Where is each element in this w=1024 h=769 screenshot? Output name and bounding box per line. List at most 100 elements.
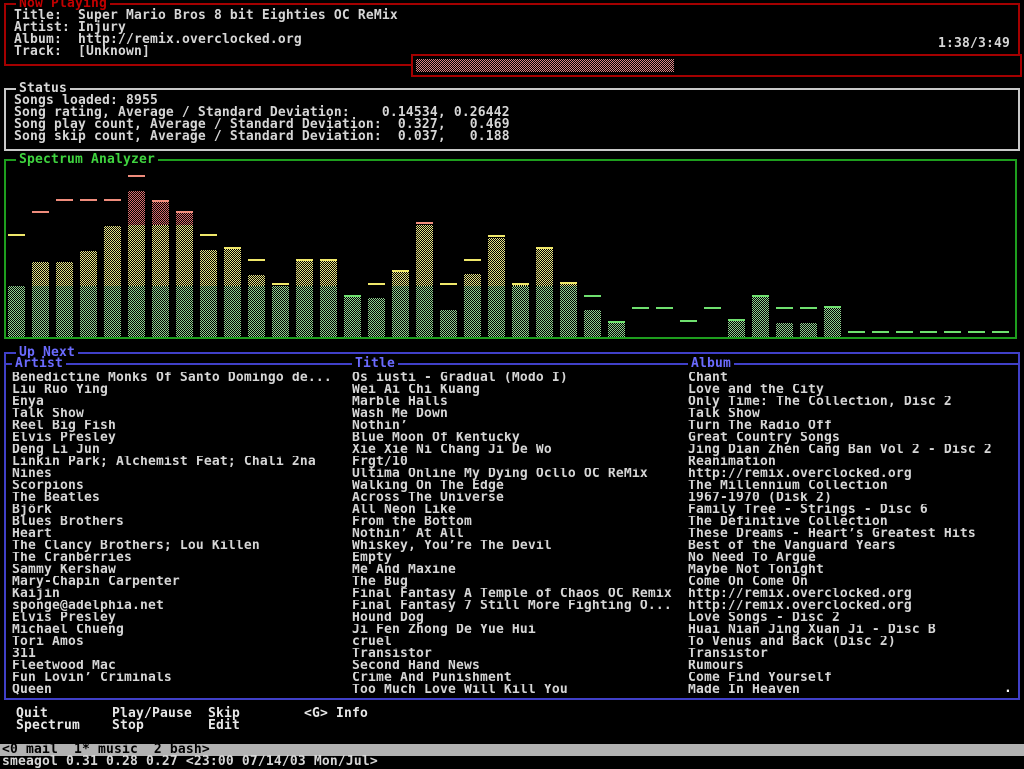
playlist-cell-title[interactable]: cruel: [352, 636, 686, 648]
playlist-cell-artist[interactable]: Linkin Park; Alchemist Feat; Chali 2na: [12, 456, 346, 468]
playlist-cell-title[interactable]: All Neon Like: [352, 504, 686, 516]
playlist-cell-artist[interactable]: Heart: [12, 528, 346, 540]
playlist-cell-album[interactable]: Chant: [688, 372, 1014, 384]
playlist-cell-artist[interactable]: The Clancy Brothers; Lou Killen: [12, 540, 346, 552]
playlist-cell-title[interactable]: Ji Fen Zhong De Yue Hui: [352, 624, 686, 636]
playlist-cell-album[interactable]: Huai Nian Jing Xuan Ji - Disc B: [688, 624, 1014, 636]
playlist-cell-album[interactable]: 1967-1970 (Disk 2): [688, 492, 1014, 504]
playlist-cell-artist[interactable]: Fleetwood Mac: [12, 660, 346, 672]
playlist-cell-artist[interactable]: Sammy Kershaw: [12, 564, 346, 576]
playlist-cell-artist[interactable]: Fun Lovin’ Criminals: [12, 672, 346, 684]
playlist-cell-title[interactable]: Wash Me Down: [352, 408, 686, 420]
playlist-cell-album[interactable]: Come On Come On: [688, 576, 1014, 588]
playlist-cell-artist[interactable]: 311: [12, 648, 346, 660]
spectrum-bar-segment-yellow: [80, 251, 97, 286]
playlist-cell-album[interactable]: http://remix.overclocked.org: [688, 468, 1014, 480]
playlist-cell-title[interactable]: Marble Halls: [352, 396, 686, 408]
playlist-cell-artist[interactable]: Elvis Presley: [12, 612, 346, 624]
playlist-cell-title[interactable]: Transistor: [352, 648, 686, 660]
playlist-cell-title[interactable]: Os iusti - Gradual (Modo I): [352, 372, 686, 384]
spectrum-peak-marker: [728, 319, 745, 321]
playlist-cell-artist[interactable]: Björk: [12, 504, 346, 516]
spectrum-bar-segment-green: [296, 286, 313, 337]
playlist-cell-artist[interactable]: Kaijin: [12, 588, 346, 600]
playlist-cell-album[interactable]: Great Country Songs: [688, 432, 1014, 444]
playlist-cell-album[interactable]: The Definitive Collection: [688, 516, 1014, 528]
keybinding-stop[interactable]: Stop: [112, 720, 144, 732]
playlist-cell-title[interactable]: Walking On The Edge: [352, 480, 686, 492]
playlist-cell-title[interactable]: Second Hand News: [352, 660, 686, 672]
playlist-cell-title[interactable]: Xie Xie Ni Chang Ji De Wo: [352, 444, 686, 456]
playlist-cell-artist[interactable]: The Beatles: [12, 492, 346, 504]
playlist-cell-artist[interactable]: Nines: [12, 468, 346, 480]
playlist-cell-album[interactable]: Only Time: The Collection, Disc 2: [688, 396, 1014, 408]
playlist-cell-album[interactable]: Maybe Not Tonight: [688, 564, 1014, 576]
playlist-cell-artist[interactable]: sponge@adelphia.net: [12, 600, 346, 612]
playlist-cell-artist[interactable]: Enya: [12, 396, 346, 408]
song-progress-bar[interactable]: [411, 54, 1022, 77]
playlist-cell-album[interactable]: Come Find Yourself: [688, 672, 1014, 684]
playlist-cell-album[interactable]: The Millennium Collection: [688, 480, 1014, 492]
playlist-cell-title[interactable]: Too Much Love Will Kill You: [352, 684, 686, 696]
playlist-cell-artist[interactable]: Michael Chueng: [12, 624, 346, 636]
playlist-cell-title[interactable]: Wei Ai Chi Kuang: [352, 384, 686, 396]
keybindings-row-2: Spectrum Stop Edit: [0, 720, 1024, 732]
keybinding-edit[interactable]: Edit: [208, 720, 240, 732]
playlist-cell-title[interactable]: Blue Moon Of Kentucky: [352, 432, 686, 444]
playlist-cell-album[interactable]: Best of the Vanguard Years: [688, 540, 1014, 552]
playlist-cell-album[interactable]: Talk Show: [688, 408, 1014, 420]
playlist-cell-artist[interactable]: Scorpions: [12, 480, 346, 492]
playlist-cell-album[interactable]: No Need To Argue: [688, 552, 1014, 564]
playlist-cell-album[interactable]: Jing Dian Zhen Cang Ban Vol 2 - Disc 2: [688, 444, 1014, 456]
playlist-cell-album[interactable]: Reanimation: [688, 456, 1014, 468]
playlist-cell-artist[interactable]: Benedictine Monks Of Santo Domingo de...: [12, 372, 346, 384]
playlist-cell-artist[interactable]: Deng Li Jun: [12, 444, 346, 456]
spectrum-bar: [872, 331, 889, 337]
playlist-cell-album[interactable]: Turn The Radio Off: [688, 420, 1014, 432]
spectrum-bar-segment-yellow: [200, 250, 217, 286]
playlist-cell-artist[interactable]: Liu Ruo Ying: [12, 384, 346, 396]
now-playing-fields: Title:Super Mario Bros 8 bit Eighties OC…: [14, 10, 398, 58]
spectrum-peak-marker: [776, 307, 793, 309]
spectrum-peak-marker: [200, 234, 217, 236]
playlist-cell-title[interactable]: Nothin’ At All: [352, 528, 686, 540]
playlist-cell-album[interactable]: Love Songs - Disc 2: [688, 612, 1014, 624]
playlist-cell-artist[interactable]: The Cranberries: [12, 552, 346, 564]
playlist-cell-title[interactable]: Me And Maxine: [352, 564, 686, 576]
playlist-cell-title[interactable]: Ultima Online My Dying Ocllo OC ReMix: [352, 468, 686, 480]
playlist-cell-title[interactable]: Final Fantasy A Temple of Chaos OC Remix: [352, 588, 686, 600]
playlist-cell-artist[interactable]: Talk Show: [12, 408, 346, 420]
playlist-cell-artist[interactable]: Elvis Presley: [12, 432, 346, 444]
spectrum-peak-marker: [992, 331, 1009, 333]
playlist-cell-artist[interactable]: Mary-Chapin Carpenter: [12, 576, 346, 588]
playlist-cell-artist[interactable]: Reel Big Fish: [12, 420, 346, 432]
playlist-cell-album[interactable]: http://remix.overclocked.org: [688, 600, 1014, 612]
playlist-cell-artist[interactable]: Tori Amos: [12, 636, 346, 648]
playlist-cell-title[interactable]: The Bug: [352, 576, 686, 588]
playlist-cell-album[interactable]: Transistor: [688, 648, 1014, 660]
playlist-cell-title[interactable]: Empty: [352, 552, 686, 564]
playlist-cell-title[interactable]: Nothin’: [352, 420, 686, 432]
playlist-cell-album[interactable]: These Dreams - Heart’s Greatest Hits: [688, 528, 1014, 540]
keybinding-g-info[interactable]: <G> Info: [304, 708, 368, 720]
playlist-cell-title[interactable]: Hound Dog: [352, 612, 686, 624]
spectrum-bar-segment-green: [104, 286, 121, 337]
up-next-box: Up Next Artist Title Album Benedictine M…: [4, 352, 1020, 700]
scroll-indicator-dot: .: [1004, 683, 1012, 695]
playlist-cell-title[interactable]: Whiskey, You’re The Devil: [352, 540, 686, 552]
playlist-cell-album[interactable]: Love and the City: [688, 384, 1014, 396]
playlist-cell-artist[interactable]: Queen: [12, 684, 346, 696]
playlist-cell-title[interactable]: Crime And Punishment: [352, 672, 686, 684]
playlist-cell-album[interactable]: To Venus and Back (Disc 2): [688, 636, 1014, 648]
playlist-cell-album[interactable]: http://remix.overclocked.org: [688, 588, 1014, 600]
playlist-cell-album[interactable]: Family Tree - Strings - Disc 6: [688, 504, 1014, 516]
playlist-cell-album[interactable]: Made In Heaven: [688, 684, 1014, 696]
spectrum-bar-segment-green: [608, 323, 625, 337]
playlist-cell-title[interactable]: Final Fantasy 7 Still More Fighting O...: [352, 600, 686, 612]
keybinding-spectrum[interactable]: Spectrum: [16, 720, 80, 732]
playlist-cell-artist[interactable]: Blues Brothers: [12, 516, 346, 528]
playlist-cell-title[interactable]: Frgt/10: [352, 456, 686, 468]
playlist-cell-title[interactable]: From the Bottom: [352, 516, 686, 528]
playlist-cell-album[interactable]: Rumours: [688, 660, 1014, 672]
playlist-cell-title[interactable]: Across The Universe: [352, 492, 686, 504]
